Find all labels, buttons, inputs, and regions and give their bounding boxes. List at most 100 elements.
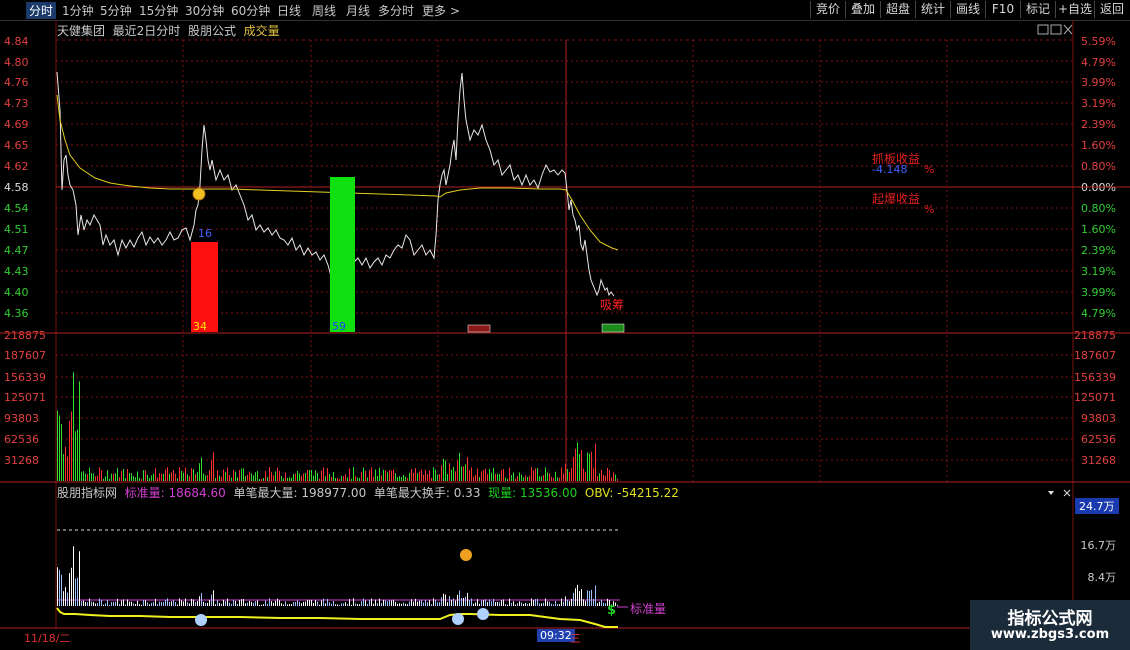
indicator-bar (365, 600, 366, 606)
volume-bar (229, 474, 230, 481)
indicator-bar (429, 600, 430, 606)
indicator-bar (221, 603, 222, 606)
indicator-bar (427, 602, 428, 606)
volume-bar (537, 468, 538, 481)
indicator-bar (327, 598, 328, 606)
volume-bar (237, 477, 238, 481)
volume-bar (519, 472, 520, 481)
volume-bar (419, 471, 420, 481)
indicator-bar (285, 601, 286, 606)
volume-bar (593, 468, 594, 481)
indicator-bar (581, 588, 582, 606)
indicator-bar (505, 604, 506, 606)
volume-bar (107, 470, 108, 481)
volume-bar (617, 478, 618, 481)
panel-controls[interactable] (1046, 489, 1072, 499)
indicator-bar (455, 600, 456, 606)
volume-bar (605, 475, 606, 481)
indicator-bar (577, 584, 578, 606)
indicator-bar (331, 603, 332, 606)
indicator-bar (385, 600, 386, 606)
volume-bar (249, 471, 250, 481)
volume-bar (87, 474, 88, 481)
indicator-bar (317, 601, 318, 606)
now-volume-label: 现量: (488, 486, 517, 500)
indicator-bar (247, 602, 248, 606)
indicator-bar (119, 603, 120, 606)
indicator-bar (593, 598, 594, 606)
volume-bar (159, 473, 160, 481)
watermark: 指标公式网 www.zbgs3.com (970, 600, 1130, 650)
indicator-bar (81, 600, 82, 606)
chart-canvas[interactable]: $ (0, 0, 1130, 650)
indicator-bar (97, 603, 98, 606)
indicator-bar (369, 599, 370, 606)
indicator-bar (115, 601, 116, 606)
indicator-bar (235, 600, 236, 606)
indicator-bar (353, 598, 354, 606)
indicator-bar (493, 598, 494, 606)
volume-bar (449, 463, 450, 481)
volume-bar (119, 477, 120, 481)
indicator-bar (101, 599, 102, 606)
indicator-bar (521, 602, 522, 606)
indicator-bar (547, 601, 548, 606)
indicator-bar (77, 577, 78, 606)
indicator-bar (507, 604, 508, 606)
volume-bar (95, 476, 96, 481)
indicator-bar (595, 585, 596, 606)
volume-bar (387, 472, 388, 481)
volume-bar (323, 467, 324, 481)
volume-bar (501, 470, 502, 481)
volume-bar (447, 474, 448, 481)
volume-bar (291, 477, 292, 481)
volume-bar (325, 476, 326, 481)
indicator-bar (57, 567, 58, 606)
volume-bar (341, 476, 342, 481)
indicator-bar (409, 601, 410, 606)
indicator-bar (479, 603, 480, 606)
indicator-bar (251, 601, 252, 606)
indicator-bar (425, 599, 426, 606)
indicator-bar (109, 604, 110, 606)
indicator-bar (137, 600, 138, 606)
volume-bar (195, 473, 196, 481)
bar-value-bottom: 34 (193, 320, 207, 333)
volume-bar (367, 477, 368, 481)
indicator-bar (573, 592, 574, 606)
volume-bar (155, 468, 156, 481)
indicator-bar (93, 601, 94, 606)
indicator-bar (63, 591, 64, 606)
volume-bar (171, 472, 172, 481)
volume-bar (93, 473, 94, 481)
indicator-bar (495, 602, 496, 606)
indicator-bar (597, 603, 598, 606)
volume-bar (255, 472, 256, 481)
volume-bar (241, 468, 242, 481)
volume-bar (193, 469, 194, 481)
indicator-bar (197, 601, 198, 606)
indicator-header: 股朋指标网 标准量: 18684.60 单笔最大量: 198977.00 单笔最… (57, 484, 679, 501)
indicator-bar (589, 590, 590, 606)
indicator-bar (477, 599, 478, 606)
indicator-bar (583, 599, 584, 606)
indicator-bar (267, 603, 268, 606)
volume-bar (259, 478, 260, 481)
volume-bar (413, 472, 414, 481)
volume-bar (417, 473, 418, 481)
volume-bar (143, 470, 144, 481)
volume-bar (521, 474, 522, 481)
volume-bar (423, 474, 424, 481)
volume-bar (185, 467, 186, 481)
indicator-bar (207, 602, 208, 606)
volume-bar (179, 467, 180, 481)
volume-bar (345, 474, 346, 481)
indicator-bar (535, 599, 536, 606)
volume-bar (515, 478, 516, 481)
volume-bar (505, 477, 506, 481)
indicator-bar (549, 601, 550, 606)
volume-bar (553, 477, 554, 481)
volume-bar (67, 456, 68, 481)
volume-bar (571, 467, 572, 481)
indicator-bar (189, 603, 190, 606)
